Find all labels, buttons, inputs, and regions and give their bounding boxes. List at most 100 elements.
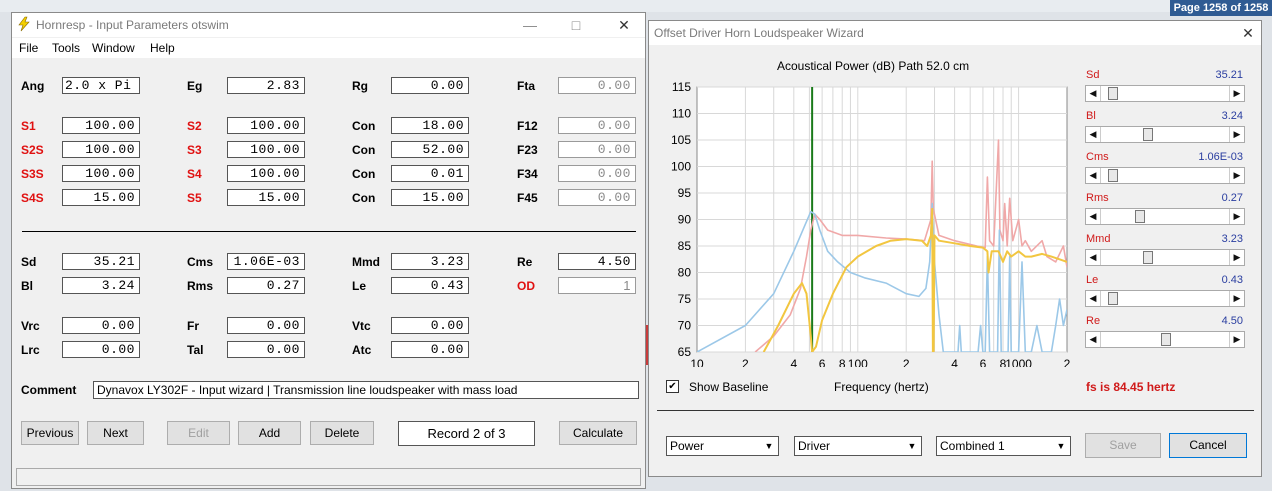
chevron-left-icon[interactable]: ◀ [1086,168,1101,183]
slider-thumb[interactable] [1143,128,1154,141]
param-mmd-slider[interactable]: ◀ ▶ [1085,249,1245,266]
s4-field[interactable]: 100.00 [227,165,305,182]
param-label: Sd [21,255,37,269]
con23-field[interactable]: 52.00 [391,141,469,158]
lrc-field[interactable]: 0.00 [62,341,140,358]
x-tick-label: 4 [790,357,797,367]
menu-file[interactable]: File [19,41,38,55]
show-baseline-checkbox[interactable]: ✔ [666,380,679,393]
chevron-left-icon[interactable]: ◀ [1086,291,1101,306]
chevron-right-icon[interactable]: ▶ [1229,168,1244,183]
fr-field[interactable]: 0.00 [227,317,305,334]
comment-input[interactable]: Dynavox LY302F - Input wizard | Transmis… [93,381,639,399]
y-tick-label: 85 [678,239,692,253]
con12-field[interactable]: 18.00 [391,117,469,134]
con45-field[interactable]: 15.00 [391,189,469,206]
con34-field[interactable]: 0.01 [391,165,469,182]
s3-field[interactable]: 100.00 [227,141,305,158]
param-sd-slider[interactable]: ◀ ▶ [1085,85,1245,102]
add-button[interactable]: Add [238,421,301,445]
source-dropdown[interactable]: Driver ▼ [794,436,922,456]
s2-field[interactable]: 100.00 [227,117,305,134]
fta-field[interactable]: 0.00 [558,77,636,94]
ang-field[interactable]: 2.0 x Pi [62,77,140,94]
chevron-right-icon[interactable]: ▶ [1229,86,1244,101]
param-cms-value: 1.06E-03 [1198,151,1243,163]
slider-thumb[interactable] [1108,87,1119,100]
param-le-value: 0.43 [1221,274,1243,286]
param-label: Con [352,119,376,133]
slider-thumb[interactable] [1108,169,1119,182]
combination-dropdown[interactable]: Combined 1 ▼ [936,436,1071,456]
edit-button[interactable]: Edit [167,421,230,445]
close-icon[interactable]: ✕ [613,16,635,34]
slider-thumb[interactable] [1161,333,1172,346]
chevron-left-icon[interactable]: ◀ [1086,250,1101,265]
maximize-icon[interactable]: □ [565,16,587,34]
chevron-left-icon[interactable]: ◀ [1086,86,1101,101]
title-bar[interactable]: Offset Driver Horn Loudspeaker Wizard ✕ [649,21,1261,45]
re-field[interactable]: 4.50 [558,253,636,270]
chevron-left-icon[interactable]: ◀ [1086,209,1101,224]
next-button[interactable]: Next [87,421,144,445]
slider-thumb[interactable] [1143,251,1154,264]
chevron-right-icon[interactable]: ▶ [1229,250,1244,265]
atc-field[interactable]: 0.00 [391,341,469,358]
param-le-slider[interactable]: ◀ ▶ [1085,290,1245,307]
slider-thumb[interactable] [1135,210,1146,223]
f34-field[interactable]: 0.00 [558,165,636,182]
s1-field[interactable]: 100.00 [62,117,140,134]
chevron-right-icon[interactable]: ▶ [1229,127,1244,142]
minimize-icon[interactable]: — [519,16,541,34]
s5-field[interactable]: 15.00 [227,189,305,206]
menu-window[interactable]: Window [92,41,135,55]
bl-field[interactable]: 3.24 [62,277,140,294]
rms-field[interactable]: 0.27 [227,277,305,294]
rg-field[interactable]: 0.00 [391,77,469,94]
chevron-right-icon[interactable]: ▶ [1229,332,1244,347]
mmd-field[interactable]: 3.23 [391,253,469,270]
param-bl-label: Bl [1086,110,1096,122]
param-label: Fr [187,319,199,333]
vrc-field[interactable]: 0.00 [62,317,140,334]
eg-field[interactable]: 2.83 [227,77,305,94]
close-icon[interactable]: ✕ [1237,24,1259,42]
param-bl-slider[interactable]: ◀ ▶ [1085,126,1245,143]
chevron-left-icon[interactable]: ◀ [1086,332,1101,347]
menu-help[interactable]: Help [150,41,175,55]
sd-field[interactable]: 35.21 [62,253,140,270]
s2s-field[interactable]: 100.00 [62,141,140,158]
previous-button[interactable]: Previous [21,421,79,445]
chevron-right-icon[interactable]: ▶ [1229,291,1244,306]
cms-field[interactable]: 1.06E-03 [227,253,305,270]
y-tick-label: 90 [678,213,692,227]
cancel-button[interactable]: Cancel [1169,433,1247,458]
param-label: Fta [517,79,535,93]
s3s-field[interactable]: 100.00 [62,165,140,182]
chevron-right-icon[interactable]: ▶ [1229,209,1244,224]
le-field[interactable]: 0.43 [391,277,469,294]
f23-field[interactable]: 0.00 [558,141,636,158]
slider-thumb[interactable] [1108,292,1119,305]
param-rms-slider[interactable]: ◀ ▶ [1085,208,1245,225]
f45-field[interactable]: 0.00 [558,189,636,206]
desktop-background [0,0,1272,12]
chevron-left-icon[interactable]: ◀ [1086,127,1101,142]
param-label: F12 [517,119,538,133]
title-bar[interactable]: Hornresp - Input Parameters otswim — □ ✕ [12,13,645,37]
f12-field[interactable]: 0.00 [558,117,636,134]
s4s-field[interactable]: 15.00 [62,189,140,206]
tal-field[interactable]: 0.00 [227,341,305,358]
save-button[interactable]: Save [1085,433,1161,458]
delete-button[interactable]: Delete [310,421,374,445]
od-field[interactable]: 1 [558,277,636,294]
plot-type-dropdown[interactable]: Power ▼ [666,436,779,456]
vtc-field[interactable]: 0.00 [391,317,469,334]
calculate-button[interactable]: Calculate [559,421,637,445]
param-re-label: Re [1086,315,1101,327]
param-re-slider[interactable]: ◀ ▶ [1085,331,1245,348]
param-cms-slider[interactable]: ◀ ▶ [1085,167,1245,184]
param-label: S4S [21,191,44,205]
menu-tools[interactable]: Tools [52,41,80,55]
param-label: Con [352,167,376,181]
